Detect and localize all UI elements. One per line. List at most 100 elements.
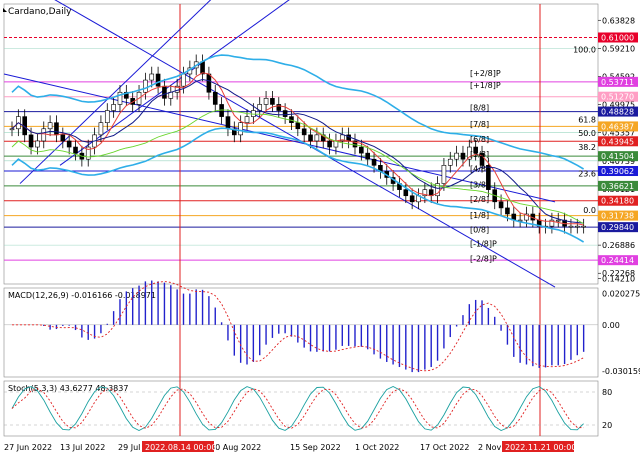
price-tag-label: 0.29840 [601,223,634,232]
candle-body [270,98,275,105]
x-tick-label: 30 Aug 2022 [210,443,261,452]
triangle-icon [3,8,7,12]
candle-body [460,152,466,160]
candle-body [301,128,307,136]
candle-body [149,73,155,81]
candle-body [498,201,504,209]
price-tag-label: 0.43945 [601,137,634,146]
stoch-y-tick-label: 80 [602,388,612,397]
candle-body [162,85,167,99]
candle-body [251,110,256,117]
murrey-label: [5/8] [470,150,489,159]
x-tick-label: 15 Sep 2022 [290,443,341,452]
candle-body [9,128,15,131]
candle-body [244,116,250,123]
candle-body [212,91,218,105]
candle-body [28,134,34,148]
price-tag-label: 0.39062 [601,167,634,176]
candle-body [41,128,47,142]
candle-body [155,73,161,87]
candle-body [104,110,110,123]
stoch-y-tick-label: 20 [602,421,612,430]
candle-body [441,165,447,184]
candle-body [60,134,66,142]
murrey-label: [0/8] [470,225,489,234]
candle-body [505,207,510,215]
fib-label: 61.8 [578,116,596,125]
y-tick-label: 0.59210 [602,44,635,53]
murrey-label: [3/8] [470,180,489,189]
murrey-label: [-2/8]P [470,255,497,264]
fib-label: 38.2 [578,143,596,152]
candle-body [206,73,212,93]
murrey-label: [+2/8]P [470,69,501,78]
stoch-signal-line [11,388,584,429]
candle-body [66,140,72,148]
candle-body [238,122,243,136]
candle-body [54,122,59,136]
chart-window: 0.638280.592100.545920.499750.453570.407… [0,0,640,457]
fib-label: 23.6 [578,169,596,178]
candle-body [371,158,377,166]
candle-body [73,146,78,154]
fib-label: 50.0 [578,129,596,138]
date-tag-label: 2022.11.21 00:00 [505,443,576,452]
candle-body [327,140,332,148]
candle-body [359,146,364,154]
candle-body [282,110,288,117]
macd-y-tick-label: 0.00 [602,321,620,330]
candle-body [581,225,586,228]
price-tag-label: 0.36621 [601,182,634,191]
candle-body [200,61,205,75]
x-tick-label: 27 Jun 2022 [4,443,52,452]
murrey-label: [4/8] [470,165,489,174]
candle-body [111,104,116,111]
murrey-label: [+1/8]P [470,81,501,90]
candle-body [143,79,148,93]
candle-body [47,122,53,130]
x-tick-label: 29 Jul [118,443,140,452]
price-tag-label: 0.31738 [601,212,634,221]
y-tick-label: 0.14210 [602,274,635,283]
murrey-label: [-1/8]P [470,239,497,248]
candle-body [308,134,313,142]
x-tick-label: 13 Jul 2022 [60,443,105,452]
price-tag-label: 0.24414 [601,256,634,265]
candle-body [314,134,320,142]
candle-body [555,219,561,222]
chart-canvas: 0.638280.592100.545920.499750.453570.407… [3,0,640,452]
stoch-main-line [11,385,584,432]
price-tag-label: 0.48828 [601,108,634,117]
macd-y-tick-label: -0.030159 [602,367,640,376]
fib-label: 0.0 [583,206,596,215]
candle-body [365,152,370,160]
price-tag-label: 0.34180 [601,197,634,206]
candle-body [447,158,453,166]
candle-body [98,122,104,136]
macd-y-tick-label: 0.020275 [602,290,640,299]
x-tick-label: 1 Oct 2022 [355,443,399,452]
murrey-label: [8/8] [470,104,489,113]
candle-body [574,225,580,228]
panel-border [3,287,599,378]
candle-body [295,122,301,130]
murrey-label: [6/8] [470,135,489,144]
price-tag-label: 0.53711 [601,78,634,87]
chart-title: Cardano,Daily [8,7,72,17]
fib-label: 100.0 [573,46,596,55]
price-tag-label: 0.51270 [601,93,634,102]
candle-body [568,225,574,228]
x-tick-label: 17 Oct 2022 [420,443,469,452]
murrey-label: [1/8] [470,211,489,220]
date-tag-label: 2022.08.14 00:00 [145,443,216,452]
candle-body [409,195,415,203]
price-tag-label: 0.41504 [601,152,634,161]
candle-body [181,73,186,87]
candle-body [454,152,459,160]
candle-body [263,98,269,105]
price-tag-label: 0.61000 [601,33,634,42]
murrey-label: [7/8] [470,120,489,129]
macd-title: MACD(12,26,9) -0.016166 -0.018971 [8,291,156,300]
y-tick-label: 0.63828 [602,16,635,25]
candle-body [403,189,409,197]
